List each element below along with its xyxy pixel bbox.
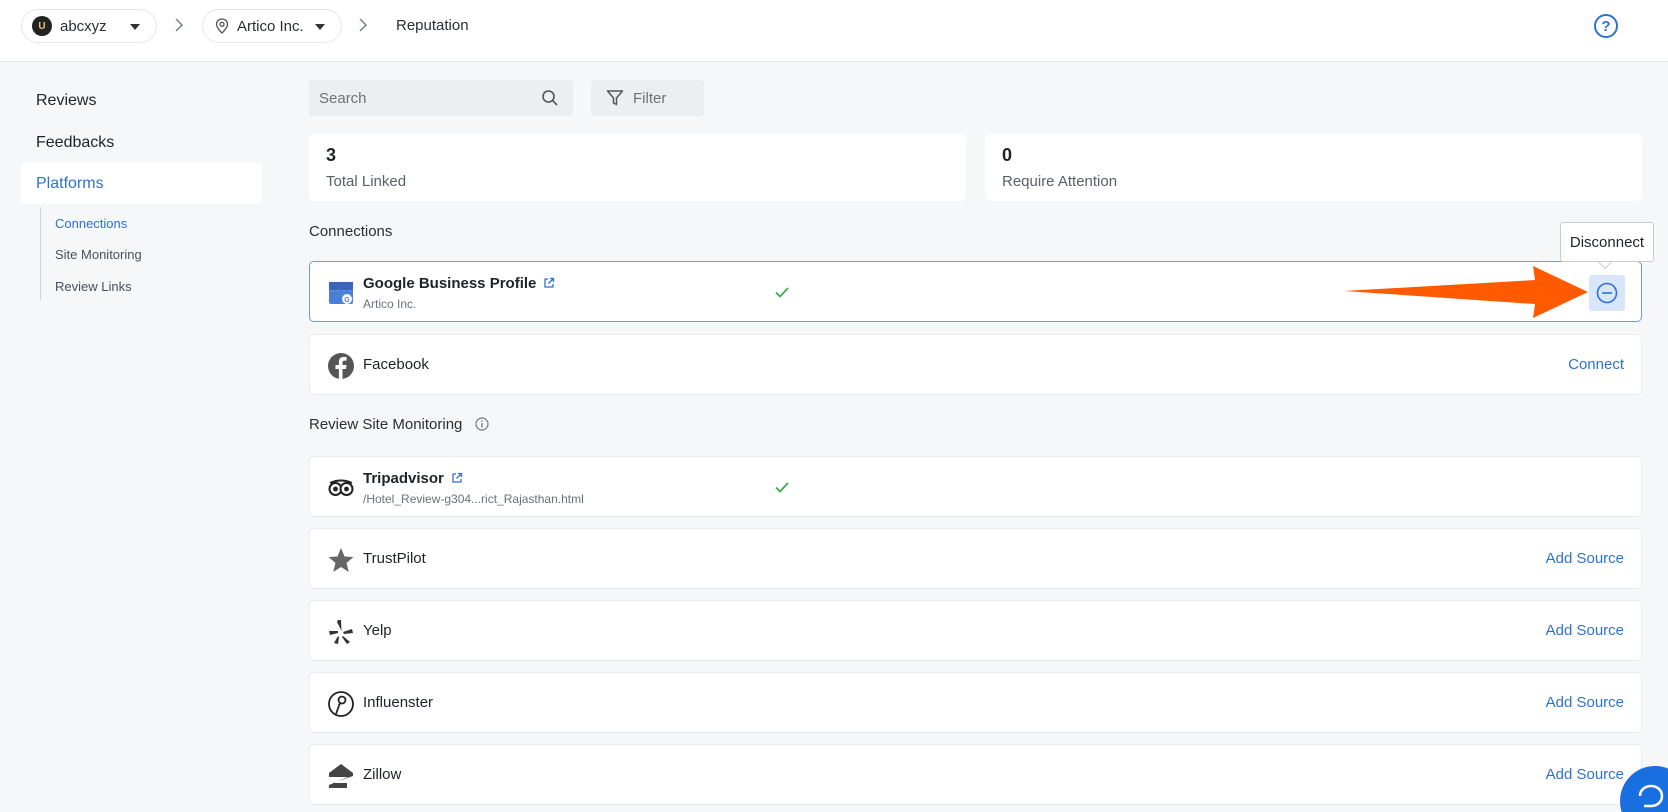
external-link-icon[interactable] bbox=[543, 277, 555, 289]
location-pin-icon bbox=[215, 18, 229, 34]
minus-circle-icon bbox=[1596, 282, 1618, 304]
sidebar-subitem-site-monitoring[interactable]: Site Monitoring bbox=[55, 247, 142, 262]
platform-card-trustpilot: TrustPilot Add Source bbox=[309, 528, 1642, 589]
sidebar-item-feedbacks[interactable]: Feedbacks bbox=[36, 134, 114, 152]
zillow-icon bbox=[329, 764, 353, 788]
location-name: Artico Inc. bbox=[237, 17, 304, 35]
sidebar-subitem-review-links[interactable]: Review Links bbox=[55, 279, 132, 294]
add-source-button[interactable]: Add Source bbox=[1546, 622, 1624, 639]
platform-name: Facebook bbox=[363, 356, 429, 373]
sidebar-item-reviews[interactable]: Reviews bbox=[36, 92, 96, 110]
platform-card-yelp: Yelp Add Source bbox=[309, 600, 1642, 661]
stat-total-linked: 3 Total Linked bbox=[309, 134, 966, 201]
connect-button[interactable]: Connect bbox=[1568, 356, 1624, 373]
star-icon bbox=[328, 548, 354, 572]
section-title-review-site-monitoring: Review Site Monitoring bbox=[309, 416, 489, 433]
check-icon bbox=[775, 482, 789, 493]
platform-name: Google Business Profile bbox=[363, 275, 555, 292]
chat-icon bbox=[1638, 784, 1664, 808]
svg-text:G: G bbox=[344, 297, 350, 304]
stat-label: Total Linked bbox=[326, 173, 407, 190]
organization-selector[interactable]: U abcxyz bbox=[21, 9, 157, 43]
annotation-arrow-icon bbox=[1344, 266, 1588, 318]
platform-name: Zillow bbox=[363, 766, 402, 783]
chevron-right-icon bbox=[359, 18, 368, 32]
platform-subtitle: Artico Inc. bbox=[363, 297, 417, 311]
chevron-down-icon bbox=[130, 24, 140, 30]
tripadvisor-icon bbox=[328, 479, 354, 496]
stat-require-attention: 0 Require Attention bbox=[985, 134, 1642, 201]
platform-card-facebook: Facebook Connect bbox=[309, 334, 1642, 395]
stat-value: 0 bbox=[1002, 145, 1013, 165]
add-source-button[interactable]: Add Source bbox=[1546, 766, 1624, 783]
sidebar-subnav-line bbox=[40, 207, 41, 300]
platform-name: Yelp bbox=[363, 622, 392, 639]
facebook-icon bbox=[328, 353, 354, 379]
help-icon[interactable]: ? bbox=[1594, 14, 1618, 38]
external-link-icon[interactable] bbox=[451, 472, 463, 484]
platform-name: Influenster bbox=[363, 694, 434, 711]
yelp-icon bbox=[329, 620, 353, 644]
top-bar: U abcxyz Artico Inc. Reputation ? bbox=[0, 0, 1668, 62]
add-source-button[interactable]: Add Source bbox=[1546, 550, 1624, 567]
disconnect-button[interactable] bbox=[1589, 275, 1625, 311]
filter-button[interactable]: Filter bbox=[591, 80, 704, 116]
sidebar-item-platforms[interactable]: Platforms bbox=[36, 175, 104, 193]
platform-card-zillow: Zillow Add Source bbox=[309, 744, 1642, 805]
search-icon bbox=[542, 90, 558, 106]
platform-name: Tripadvisor bbox=[363, 470, 463, 487]
sidebar-subitem-connections[interactable]: Connections bbox=[55, 216, 127, 231]
search-input[interactable]: Search bbox=[309, 80, 573, 116]
filter-label: Filter bbox=[633, 89, 667, 107]
check-icon bbox=[775, 287, 789, 298]
organization-name: abcxyz bbox=[60, 17, 107, 35]
platform-card-influenster: Influenster Add Source bbox=[309, 672, 1642, 733]
chevron-down-icon bbox=[315, 24, 325, 30]
stat-value: 3 bbox=[326, 145, 337, 165]
platform-subtitle: /Hotel_Review-g304...rict_Rajasthan.html bbox=[363, 492, 584, 506]
platform-name: TrustPilot bbox=[363, 550, 426, 567]
platform-card-tripadvisor: Tripadvisor /Hotel_Review-g304...rict_Ra… bbox=[309, 456, 1642, 517]
filter-icon bbox=[606, 90, 624, 106]
organization-avatar: U bbox=[32, 16, 52, 36]
google-business-icon: G bbox=[329, 282, 353, 304]
stat-label: Require Attention bbox=[1002, 173, 1118, 190]
disconnect-tooltip: Disconnect bbox=[1560, 222, 1654, 262]
location-selector[interactable]: Artico Inc. bbox=[202, 9, 342, 43]
chevron-right-icon bbox=[175, 18, 184, 32]
section-title-connections: Connections bbox=[309, 223, 393, 240]
breadcrumb-current: Reputation bbox=[396, 17, 469, 34]
search-placeholder: Search bbox=[319, 89, 367, 107]
influenster-icon bbox=[328, 691, 354, 717]
add-source-button[interactable]: Add Source bbox=[1546, 694, 1624, 711]
info-icon[interactable] bbox=[474, 417, 489, 431]
